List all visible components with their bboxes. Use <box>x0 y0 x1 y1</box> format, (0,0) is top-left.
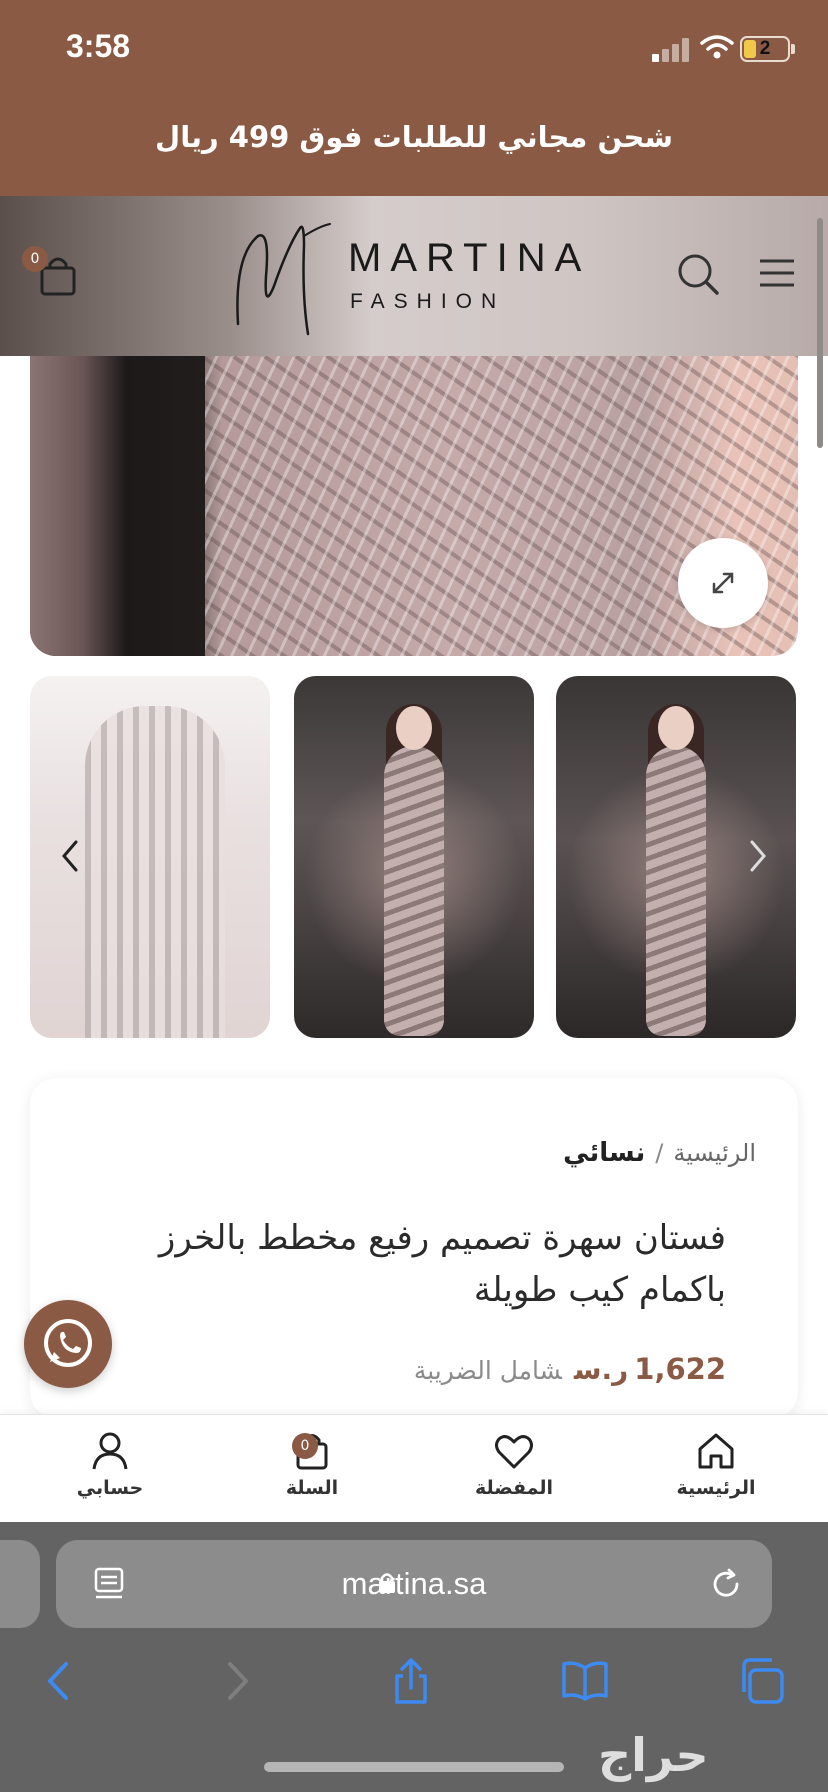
nav-cart-badge: 0 <box>292 1433 318 1459</box>
price-row: 1,622ر.س شامل الضريبة <box>414 1352 726 1386</box>
forward-icon[interactable] <box>212 1656 262 1706</box>
page-scrollbar[interactable] <box>817 218 823 448</box>
url-text[interactable]: martina.sa <box>56 1540 772 1628</box>
model-figure <box>566 704 786 1036</box>
breadcrumb-home[interactable]: الرئيسية <box>673 1139 756 1167</box>
nav-account-label: حسابي <box>76 1477 144 1499</box>
expand-icon <box>712 572 734 594</box>
tax-note: شامل الضريبة <box>413 1356 562 1385</box>
product-price: 1,622 <box>634 1352 726 1386</box>
whatsapp-button[interactable] <box>24 1300 112 1388</box>
nav-cart[interactable]: 0 السلة <box>242 1429 382 1499</box>
battery-icon: 2 <box>740 36 790 62</box>
nav-cart-label: السلة <box>285 1477 339 1499</box>
breadcrumb: الرئيسية / نسائي <box>563 1138 756 1168</box>
battery-level: 2 <box>759 38 771 59</box>
breadcrumb-current[interactable]: نسائي <box>563 1138 645 1168</box>
wifi-icon <box>700 35 734 59</box>
site-header: 0 MARTINA FASHION <box>0 196 828 356</box>
whatsapp-icon <box>44 1319 92 1367</box>
cart-count-badge: 0 <box>22 246 48 272</box>
signal-icon <box>652 38 694 62</box>
address-bar[interactable]: martina.sa <box>56 1540 772 1628</box>
tabs-icon[interactable] <box>736 1656 786 1706</box>
heart-icon <box>495 1435 533 1469</box>
bookmarks-icon[interactable] <box>560 1656 610 1706</box>
model-figure <box>304 704 524 1036</box>
thumbnail-2[interactable] <box>294 676 534 1038</box>
status-time: 3:58 <box>66 28 131 64</box>
home-indicator[interactable] <box>264 1762 564 1772</box>
menu-icon[interactable] <box>758 258 796 288</box>
thumbnail-3[interactable] <box>556 676 796 1038</box>
nav-favorites-label: المفضلة <box>474 1477 554 1499</box>
breadcrumb-separator: / <box>655 1139 664 1167</box>
nav-home-label: الرئيسية <box>676 1477 756 1499</box>
user-icon <box>92 1432 128 1470</box>
expand-image-button[interactable] <box>678 538 768 628</box>
search-icon[interactable] <box>676 252 720 296</box>
bottom-nav: الرئيسية المفضلة 0 السلة حسابي <box>0 1414 828 1522</box>
image-shadow-area <box>30 356 205 656</box>
share-icon[interactable] <box>386 1656 436 1706</box>
watermark-logo: حراج <box>598 1728 709 1782</box>
previous-tab[interactable] <box>0 1540 40 1628</box>
battery-tip <box>791 44 795 54</box>
logo-title: MARTINA <box>348 236 591 280</box>
promo-text: شحن مجاني للطلبات فوق 499 ريال <box>155 120 673 154</box>
logo-icon[interactable] <box>230 216 340 340</box>
reload-icon[interactable] <box>708 1566 744 1602</box>
nav-home[interactable]: الرئيسية <box>646 1429 786 1499</box>
product-title: فستان سهرة تصميم رفيع مخطط بالخرز باكمام… <box>158 1218 726 1310</box>
chevron-left-icon[interactable] <box>56 836 86 876</box>
home-icon <box>698 1433 734 1469</box>
nav-account[interactable]: حسابي <box>40 1429 180 1499</box>
nav-favorites[interactable]: المفضلة <box>444 1429 584 1499</box>
currency-symbol: ر.س <box>573 1353 629 1386</box>
thumbnail-1[interactable] <box>30 676 270 1038</box>
back-icon[interactable] <box>34 1656 84 1706</box>
chevron-right-icon[interactable] <box>742 836 772 876</box>
logo-subtitle: FASHION <box>350 290 506 313</box>
